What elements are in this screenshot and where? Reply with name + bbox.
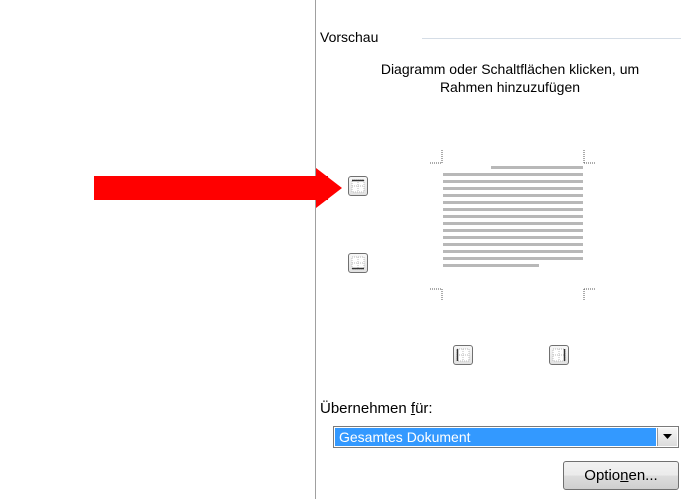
apply-to-label-prefix: Übernehmen — [320, 400, 411, 417]
border-left-button[interactable] — [453, 345, 473, 365]
options-button-suffix: en... — [628, 467, 658, 484]
cut-off-caption — [206, 0, 346, 8]
apply-to-label: Übernehmen für: — [320, 400, 433, 417]
options-button-prefix: Optio — [584, 467, 621, 484]
preview-line — [491, 166, 583, 169]
chevron-down-icon — [663, 434, 672, 439]
preview-line — [443, 201, 583, 204]
corner-mark-bottom-left — [430, 288, 443, 300]
apply-to-dropdown-button[interactable] — [657, 428, 677, 446]
preview-line — [443, 194, 583, 197]
border-right-button[interactable] — [549, 345, 569, 365]
preview-line — [443, 236, 583, 239]
preview-line — [443, 180, 583, 183]
border-bottom-button[interactable] — [348, 253, 368, 273]
preview-group-line — [422, 38, 681, 39]
border-top-icon — [351, 179, 365, 193]
apply-to-select[interactable]: Gesamtes Dokument — [333, 426, 679, 448]
preview-line — [443, 208, 583, 211]
preview-line — [443, 264, 539, 267]
corner-mark-top-right — [583, 150, 596, 164]
preview-line — [443, 257, 583, 260]
preview-text-lines — [443, 166, 583, 271]
corner-mark-top-left — [430, 150, 443, 164]
preview-group-label: Vorschau — [320, 29, 385, 45]
border-bottom-icon — [351, 256, 365, 270]
preview-line — [443, 250, 583, 253]
apply-to-selected-value: Gesamtes Dokument — [335, 428, 656, 446]
left-divider — [315, 0, 316, 499]
preview-line — [443, 229, 583, 232]
preview-instruction: Diagramm oder Schaltflächen klicken, um … — [380, 61, 640, 95]
options-button[interactable]: Optionen... — [563, 461, 679, 490]
apply-to-label-suffix: ür: — [415, 400, 433, 417]
border-left-icon — [456, 348, 470, 362]
border-right-icon — [552, 348, 566, 362]
options-button-accelerator: n — [620, 467, 629, 484]
preview-line — [443, 173, 583, 176]
corner-mark-bottom-right — [583, 288, 596, 300]
preview-line — [443, 222, 583, 225]
red-arrow-shaft — [94, 176, 328, 200]
preview-line — [443, 243, 583, 246]
preview-line — [443, 215, 583, 218]
border-top-button[interactable] — [348, 176, 368, 196]
red-arrow-head — [316, 168, 342, 208]
preview-line — [443, 187, 583, 190]
